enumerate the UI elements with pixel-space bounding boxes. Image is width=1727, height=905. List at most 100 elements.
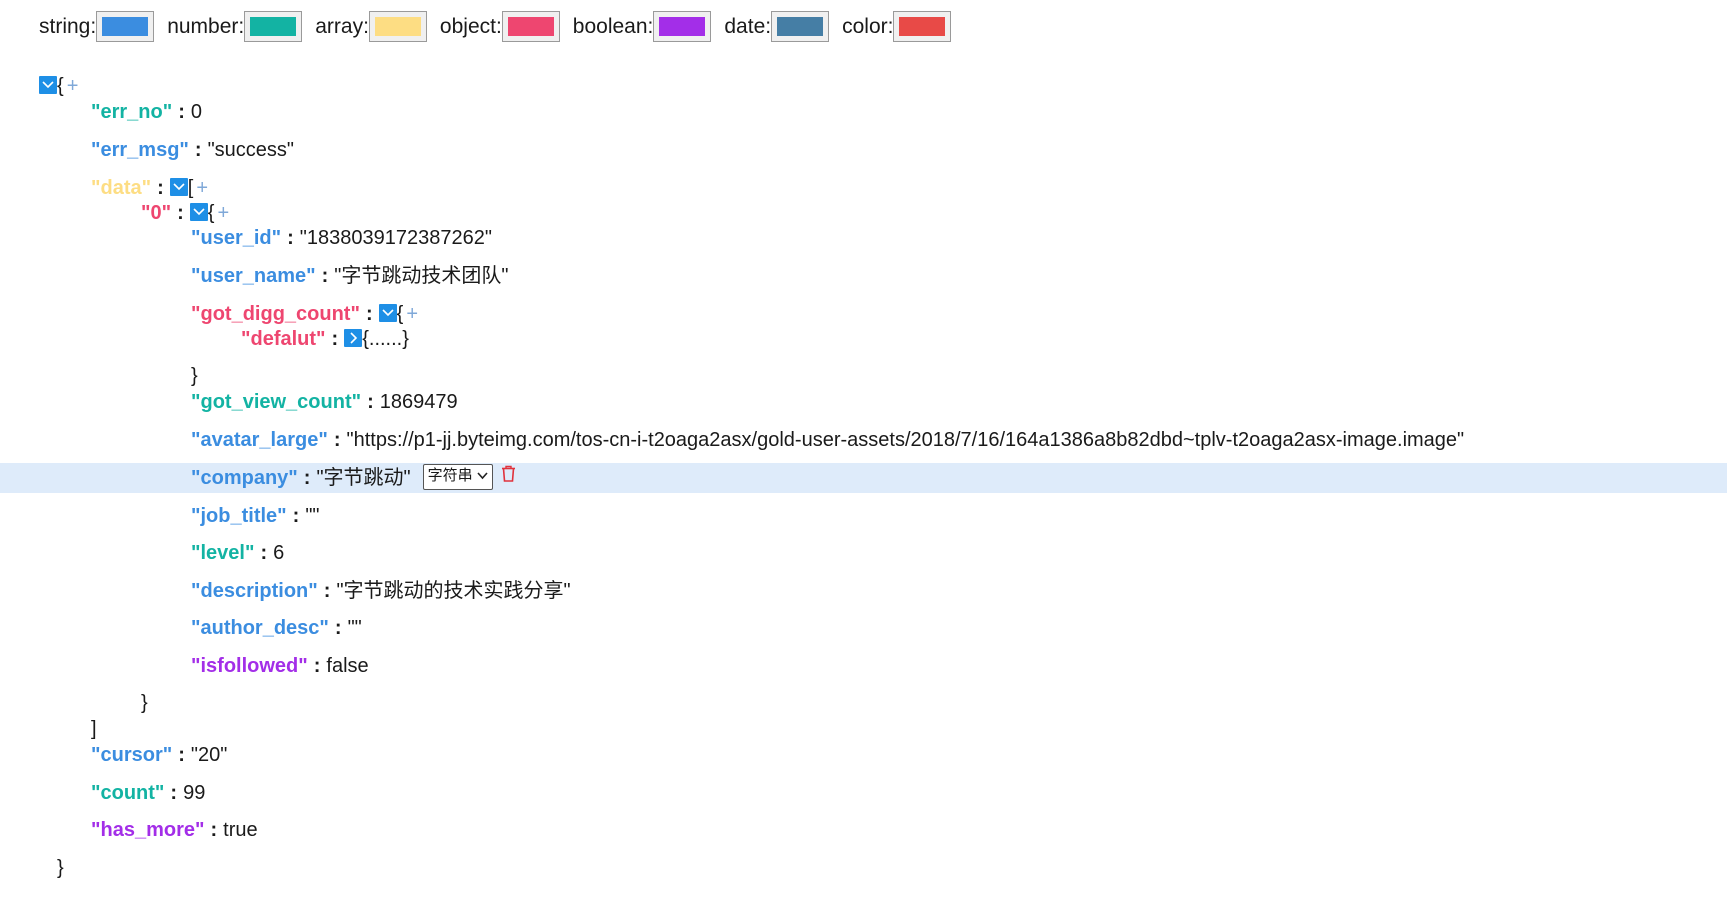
key-separator: : (333, 429, 341, 451)
tree-row-user-name[interactable]: "user_name": "字节跳动技术团队" (191, 261, 508, 291)
legend-label: array: (315, 14, 369, 38)
key-separator: : (321, 265, 329, 287)
field-key: "job_title" (191, 505, 287, 527)
field-value[interactable]: "字节跳动" (316, 467, 410, 489)
key-separator: : (178, 101, 185, 123)
field-key: "level" (191, 542, 255, 564)
field-value[interactable]: 0 (191, 101, 202, 123)
field-key: "err_msg" (91, 139, 189, 161)
legend-object: object: (440, 11, 560, 42)
key-separator: : (334, 617, 342, 639)
tree-row-err-no[interactable]: "err_no":0 (91, 97, 202, 127)
collapse-toggle-icon[interactable] (169, 177, 188, 196)
field-key: "user_name" (191, 265, 316, 287)
field-value[interactable]: "success" (208, 139, 294, 161)
tree-row-job-title[interactable]: "job_title": "" (191, 501, 320, 531)
field-value[interactable]: 6 (273, 542, 284, 564)
field-key: "author_desc" (191, 617, 329, 639)
field-value[interactable]: "字节跳动的技术实践分享" (336, 580, 570, 602)
date-color-swatch[interactable] (771, 11, 830, 42)
field-value[interactable]: true (223, 819, 257, 841)
field-key: "count" (91, 782, 165, 804)
field-value[interactable]: "1838039172387262" (300, 227, 492, 249)
field-key: "got_view_count" (191, 391, 362, 413)
legend-label: object: (439, 14, 502, 38)
collapse-toggle-icon[interactable] (378, 303, 397, 322)
collapse-toggle-icon[interactable] (189, 202, 208, 221)
field-value[interactable]: "" (348, 617, 362, 639)
tree-row-has-more[interactable]: "has_more": true (91, 815, 258, 845)
tree-row-count[interactable]: "count":99 (91, 778, 205, 808)
legend-date: date: (724, 11, 830, 42)
add-field-icon[interactable]: + (406, 303, 418, 325)
field-key: "avatar_large" (191, 429, 328, 451)
number-color-swatch[interactable] (244, 11, 303, 42)
field-key: "got_digg_count" (191, 303, 360, 325)
delete-field-icon[interactable] (501, 461, 516, 491)
tree-row-description[interactable]: "description": "字节跳动的技术实践分享" (191, 576, 571, 606)
key-separator: : (365, 303, 373, 325)
key-separator: : (210, 819, 218, 841)
legend-label: color: (842, 14, 894, 38)
field-key: "data" (91, 177, 152, 199)
key-separator: : (194, 139, 202, 161)
collapse-toggle-icon[interactable] (39, 75, 57, 94)
field-value[interactable]: "https://p1-jj.byteimg.com/tos-cn-i-t2oa… (347, 429, 1465, 451)
value-type-select[interactable]: 字符串 (422, 463, 493, 490)
field-value[interactable]: 99 (183, 782, 205, 804)
tree-row-isfollowed[interactable]: "isfollowed": false (191, 651, 369, 681)
field-value[interactable]: "字节跳动技术团队" (334, 265, 508, 287)
object-close-brace: } (57, 857, 64, 879)
field-key: "user_id" (191, 227, 282, 249)
add-field-icon[interactable]: + (217, 202, 229, 224)
key-separator: : (178, 744, 185, 766)
tree-row-company[interactable]: "company": "字节跳动" 字符串 (0, 463, 1727, 493)
legend-label: number: (167, 14, 245, 38)
tree-root-row: {+ (39, 71, 78, 101)
add-field-icon[interactable]: + (67, 75, 79, 97)
object-open-brace: { (57, 75, 64, 97)
string-color-swatch[interactable] (96, 11, 155, 42)
boolean-color-swatch[interactable] (653, 11, 712, 42)
field-key: "err_no" (91, 101, 173, 123)
tree-row-cursor[interactable]: "cursor": "20" (91, 740, 227, 770)
type-color-legend: string: number: array: object: boolean: … (39, 11, 964, 42)
expand-toggle-icon[interactable] (344, 328, 363, 347)
key-separator: : (157, 177, 164, 199)
legend-label: date: (724, 14, 772, 38)
tree-row-level[interactable]: "level":6 (191, 538, 284, 568)
collapsed-object-preview[interactable]: {......} (362, 328, 409, 350)
tree-row-avatar-large[interactable]: "avatar_large": "https://p1-jj.byteimg.co… (191, 425, 1464, 455)
key-separator: : (170, 782, 178, 804)
chevron-down-icon (477, 465, 488, 487)
tree-row-defalut[interactable]: "defalut": {......} (241, 324, 409, 354)
color-color-swatch[interactable] (893, 11, 952, 42)
field-key: "company" (191, 467, 298, 489)
value-type-selected: 字符串 (427, 466, 473, 484)
object-color-swatch[interactable] (501, 11, 560, 42)
field-value[interactable]: "" (305, 505, 319, 527)
key-separator: : (287, 227, 294, 249)
field-value[interactable]: "20" (191, 744, 227, 766)
legend-label: boolean: (572, 14, 654, 38)
field-key: "cursor" (91, 744, 173, 766)
array-color-swatch[interactable] (368, 11, 427, 42)
legend-label: string: (39, 14, 97, 38)
key-separator: : (177, 202, 184, 224)
object-close-brace: } (141, 692, 148, 714)
object-open-brace: { (396, 303, 404, 325)
legend-string: string: (39, 11, 155, 42)
key-separator: : (331, 328, 339, 350)
add-field-icon[interactable]: + (196, 177, 208, 199)
field-key: "isfollowed" (191, 655, 308, 677)
array-open-bracket: [ (187, 177, 194, 199)
legend-array: array: (315, 11, 427, 42)
field-key: "has_more" (91, 819, 205, 841)
tree-row-err-msg[interactable]: "err_msg": "success" (91, 135, 294, 165)
field-value[interactable]: false (326, 655, 368, 677)
tree-row-author-desc[interactable]: "author_desc": "" (191, 613, 362, 643)
field-value[interactable]: 1869479 (380, 391, 458, 413)
key-separator: : (323, 580, 331, 602)
tree-row-user-id[interactable]: "user_id": "1838039172387262" (191, 223, 492, 253)
tree-row-got-view-count[interactable]: "got_view_count":1869479 (191, 387, 458, 417)
